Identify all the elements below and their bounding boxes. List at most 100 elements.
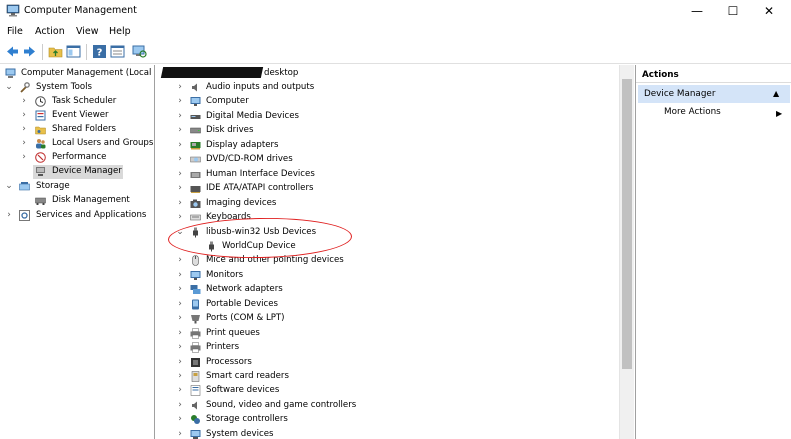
device-category[interactable]: › Computer: [158, 95, 618, 109]
device-category[interactable]: › Print queues: [158, 327, 618, 341]
chevron-right-icon[interactable]: ›: [176, 385, 184, 395]
chevron-right-icon[interactable]: ›: [176, 125, 184, 135]
actions-pane: Actions Device Manager ▲ More Actions ▶: [635, 65, 791, 439]
chevron-right-icon[interactable]: ›: [176, 371, 184, 381]
tree-item-task-scheduler[interactable]: › Task Scheduler: [0, 95, 154, 109]
network-icon: [190, 285, 201, 295]
processor-icon: [191, 357, 200, 367]
close-button[interactable]: ✕: [751, 0, 787, 22]
chevron-right-icon[interactable]: ›: [20, 110, 28, 120]
chevron-right-icon[interactable]: ›: [176, 140, 184, 150]
chevron-right-icon[interactable]: ›: [176, 270, 184, 280]
device-category[interactable]: › Audio inputs and outputs: [158, 81, 618, 95]
shared-folder-icon: [35, 126, 46, 135]
chevron-right-icon[interactable]: ›: [176, 400, 184, 410]
device-category[interactable]: › Portable Devices: [158, 298, 618, 312]
chevron-right-icon[interactable]: ›: [176, 284, 184, 294]
scan-hardware-icon[interactable]: [132, 44, 147, 59]
mouse-icon: [192, 255, 199, 267]
back-arrow-icon[interactable]: [5, 44, 20, 59]
display-adapter-icon: [190, 141, 201, 150]
chevron-right-icon[interactable]: ›: [176, 429, 184, 439]
tree-item-disk-management[interactable]: Disk Management: [0, 194, 154, 208]
keyboard-icon: [190, 214, 201, 221]
chevron-right-icon[interactable]: ›: [176, 111, 184, 121]
tree-item-services-and-applications[interactable]: › Services and Applications: [0, 209, 154, 223]
actions-header: Actions: [636, 67, 791, 83]
device-category[interactable]: › Digital Media Devices: [158, 110, 618, 124]
device-category[interactable]: › Disk drives: [158, 124, 618, 138]
chevron-right-icon[interactable]: ›: [176, 328, 184, 338]
menu-action[interactable]: Action: [35, 26, 65, 37]
device-category[interactable]: › Software devices: [158, 384, 618, 398]
vertical-scrollbar[interactable]: [619, 65, 634, 439]
tree-item-performance[interactable]: › Performance: [0, 151, 154, 165]
tree-item-shared-folders[interactable]: › Shared Folders: [0, 123, 154, 137]
tree-item-system-tools[interactable]: ⌄ System Tools: [0, 81, 154, 95]
smart-card-icon: [191, 371, 200, 382]
chevron-right-icon[interactable]: ›: [20, 152, 28, 162]
menu-help[interactable]: Help: [109, 26, 131, 37]
chevron-right-icon[interactable]: ›: [20, 124, 28, 134]
dvd-icon: [190, 157, 201, 163]
tree-item-event-viewer[interactable]: › Event Viewer: [0, 109, 154, 123]
device-category[interactable]: › Human Interface Devices: [158, 168, 618, 182]
chevron-right-icon[interactable]: ›: [176, 313, 184, 323]
chevron-right-icon[interactable]: ›: [176, 342, 184, 352]
device-category[interactable]: › Printers: [158, 341, 618, 355]
device-category[interactable]: › Processors: [158, 356, 618, 370]
tree-item-local-users-and-groups[interactable]: › Local Users and Groups: [0, 137, 154, 151]
device-category[interactable]: › Imaging devices: [158, 197, 618, 211]
chevron-right-icon[interactable]: ›: [176, 154, 184, 164]
device-category[interactable]: › DVD/CD-ROM drives: [158, 153, 618, 167]
device-category[interactable]: › Monitors: [158, 269, 618, 283]
chevron-right-icon[interactable]: ›: [176, 212, 184, 222]
navigation-tree: Computer Management (Local ⌄ System Tool…: [0, 65, 155, 439]
tree-item-computer-management[interactable]: Computer Management (Local: [0, 67, 154, 81]
hid-icon: [190, 171, 201, 178]
collapse-arrow-icon[interactable]: ▲: [773, 85, 779, 103]
chevron-right-icon[interactable]: ›: [176, 255, 184, 265]
device-category[interactable]: › Storage controllers: [158, 413, 618, 427]
menu-file[interactable]: File: [7, 26, 23, 37]
chevron-right-icon[interactable]: ›: [176, 299, 184, 309]
device-category[interactable]: › Network adapters: [158, 283, 618, 297]
chevron-right-icon[interactable]: ›: [176, 82, 184, 92]
clock-icon: [35, 96, 46, 107]
chevron-down-icon[interactable]: ⌄: [5, 82, 13, 92]
scrollbar-thumb[interactable]: [622, 79, 632, 369]
up-folder-icon[interactable]: [48, 44, 63, 59]
services-icon: [19, 210, 30, 221]
tree-item-device-manager[interactable]: Device Manager: [33, 165, 123, 179]
chevron-right-icon[interactable]: ›: [176, 169, 184, 179]
show-hide-tree-icon[interactable]: [66, 44, 81, 59]
chevron-right-icon[interactable]: ›: [176, 357, 184, 367]
chevron-right-icon[interactable]: ›: [176, 198, 184, 208]
chevron-right-icon[interactable]: ›: [20, 138, 28, 148]
tree-item-storage[interactable]: ⌄ Storage: [0, 180, 154, 194]
chevron-right-icon[interactable]: ›: [5, 210, 13, 220]
help-icon[interactable]: ?: [92, 44, 107, 59]
chevron-right-icon[interactable]: ›: [176, 183, 184, 193]
device-category[interactable]: › IDE ATA/ATAPI controllers: [158, 182, 618, 196]
actions-section-device-manager[interactable]: Device Manager ▲: [638, 85, 790, 103]
chevron-down-icon[interactable]: ⌄: [5, 181, 13, 191]
menu-view[interactable]: View: [76, 26, 99, 37]
forward-arrow-icon[interactable]: [22, 44, 37, 59]
more-actions-link[interactable]: More Actions: [664, 107, 721, 117]
minimize-button[interactable]: —: [679, 0, 715, 22]
chevron-right-icon[interactable]: ›: [20, 96, 28, 106]
chevron-right-icon[interactable]: ›: [176, 96, 184, 106]
maximize-button[interactable]: ☐: [715, 0, 751, 22]
chevron-right-icon[interactable]: ›: [176, 414, 184, 424]
toolbar-separator: [42, 44, 43, 60]
properties-icon[interactable]: [110, 44, 125, 59]
printer-icon: [190, 327, 201, 339]
device-category[interactable]: › System devices: [158, 428, 618, 439]
device-category[interactable]: › Sound, video and game controllers: [158, 399, 618, 413]
device-category[interactable]: › Display adapters: [158, 139, 618, 153]
device-category[interactable]: › Ports (COM & LPT): [158, 312, 618, 326]
device-category[interactable]: › Smart card readers: [158, 370, 618, 384]
disk-management-icon: [35, 197, 46, 205]
submenu-arrow-icon[interactable]: ▶: [776, 109, 782, 118]
